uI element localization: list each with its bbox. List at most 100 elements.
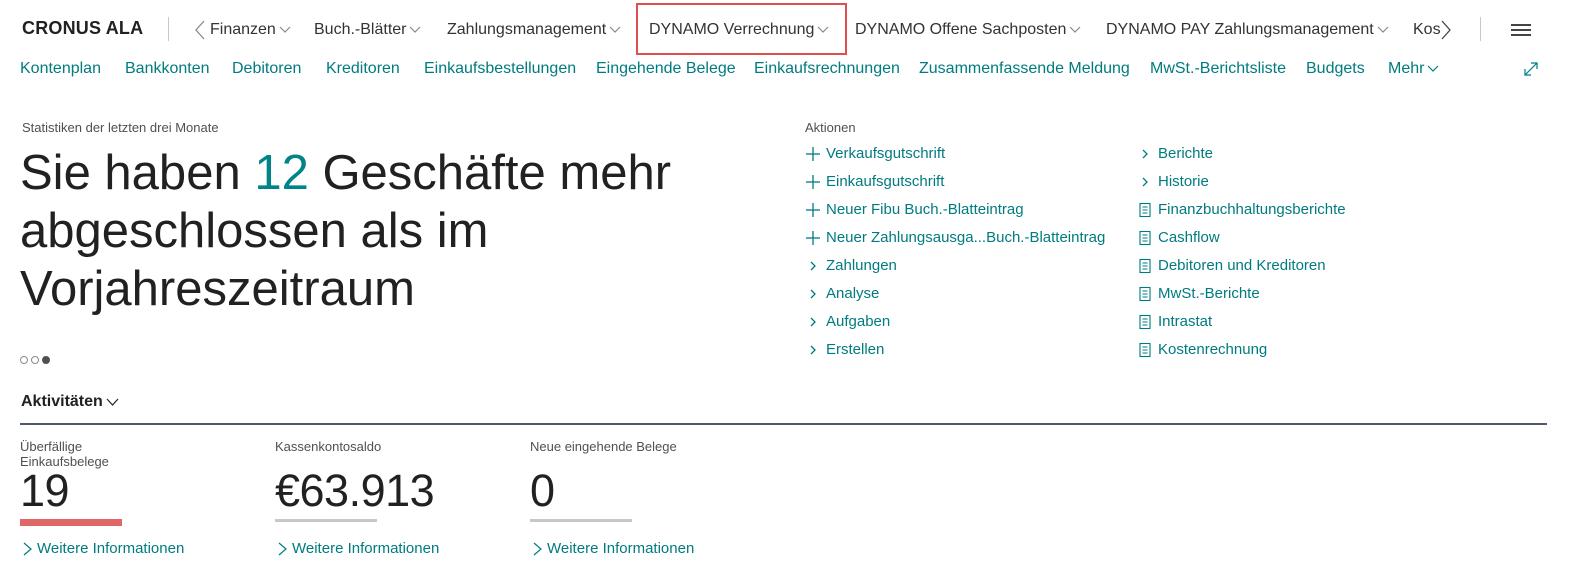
chevron-down-icon: [106, 398, 119, 406]
tile-more-info-link[interactable]: Weitere Informationen: [275, 540, 439, 557]
action-label: Cashflow: [1158, 229, 1220, 246]
action-label: Aufgaben: [826, 313, 891, 330]
divider: [1480, 17, 1481, 41]
menu-buch-blaetter[interactable]: Buch.-Blätter: [314, 21, 421, 39]
action-historie[interactable]: Historie: [1137, 173, 1209, 190]
action-label: Historie: [1158, 173, 1209, 190]
carousel-dot[interactable]: [20, 356, 28, 364]
action-label: Berichte: [1158, 145, 1214, 162]
action-label: Intrastat: [1158, 313, 1213, 330]
plus-icon: [806, 174, 820, 189]
menu-label: DYNAMO Offene Sachposten: [855, 21, 1067, 38]
chevron-down-icon: [1069, 26, 1081, 33]
tile-status-bar: [530, 519, 632, 522]
menu-label: Buch.-Blätter: [314, 21, 407, 38]
nav-einkaufsbestellungen[interactable]: Einkaufsbestellungen: [424, 60, 576, 78]
chevron-right-icon[interactable]: [1440, 20, 1452, 40]
nav-budgets[interactable]: Budgets: [1306, 60, 1365, 78]
action-label: Debitoren und Kreditoren: [1158, 257, 1326, 274]
chevron-right-icon: [810, 289, 816, 298]
menu-label: DYNAMO PAY Zahlungsmanagement: [1106, 21, 1374, 38]
action-finanzbuchhaltungsberichte[interactable]: Finanzbuchhaltungsberichte: [1137, 201, 1346, 218]
report-icon: [1139, 286, 1151, 301]
tile-value[interactable]: 0: [530, 467, 770, 515]
nav-zusammenfassende-meldung[interactable]: Zusammenfassende Meldung: [919, 60, 1130, 78]
menu-zahlungsmanagement[interactable]: Zahlungsmanagement: [447, 21, 621, 39]
action-zahlungen[interactable]: Zahlungen: [805, 257, 897, 274]
carousel-dots: [20, 356, 50, 364]
nav-debitoren[interactable]: Debitoren: [232, 60, 301, 78]
tile-more-info-link[interactable]: Weitere Informationen: [530, 540, 694, 557]
expand-icon[interactable]: [1522, 60, 1540, 78]
activities-title: Aktivitäten: [21, 393, 103, 410]
menu-dynamo-offene-sachposten[interactable]: DYNAMO Offene Sachposten: [855, 21, 1081, 39]
nav-kontenplan[interactable]: Kontenplan: [20, 60, 101, 78]
menu-dynamo-pay[interactable]: DYNAMO PAY Zahlungsmanagement: [1106, 21, 1389, 39]
company-name[interactable]: CRONUS ALA: [22, 18, 143, 39]
chevron-right-icon: [810, 317, 816, 326]
headline-insight: Sie haben 12 Geschäfte mehr abgeschlosse…: [20, 144, 760, 318]
tile-ueberfaellige-einkaufsbelege[interactable]: Überfällige Einkaufsbelege 19: [20, 439, 260, 526]
report-icon: [1139, 258, 1151, 273]
chevron-down-icon: [609, 26, 621, 33]
action-verkaufsgutschrift[interactable]: Verkaufsgutschrift: [805, 145, 945, 162]
action-label: Analyse: [826, 285, 880, 302]
menu-kos[interactable]: Kos: [1413, 21, 1441, 39]
chevron-right-icon: [1142, 177, 1148, 186]
action-debitoren-und-kreditoren[interactable]: Debitoren und Kreditoren: [1137, 257, 1326, 274]
chevron-down-icon: [279, 26, 291, 33]
chevron-down-icon: [1428, 65, 1439, 72]
chevron-left-icon[interactable]: [194, 20, 206, 40]
action-einkaufsgutschrift[interactable]: Einkaufsgutschrift: [805, 173, 944, 190]
chevron-right-icon: [810, 261, 816, 270]
action-kostenrechnung[interactable]: Kostenrechnung: [1137, 341, 1267, 358]
menu-finanzen[interactable]: Finanzen: [210, 21, 291, 39]
tile-kassenkontosaldo[interactable]: Kassenkontosaldo €63.913: [275, 439, 515, 522]
action-label: Neuer Fibu Buch.-Blatteintrag: [826, 201, 1024, 218]
chevron-right-icon: [278, 542, 287, 555]
activities-header[interactable]: Aktivitäten: [21, 393, 119, 411]
activities-divider: [20, 423, 1547, 425]
chevron-right-icon: [1142, 149, 1148, 158]
tile-neue-eingehende-belege[interactable]: Neue eingehende Belege 0: [530, 439, 770, 522]
action-mwst-berichte[interactable]: MwSt.-Berichte: [1137, 285, 1260, 302]
nav-mwst-berichtsliste[interactable]: MwSt.-Berichtsliste: [1150, 60, 1286, 78]
action-berichte[interactable]: Berichte: [1137, 145, 1213, 162]
action-neuer-fibu-buchblatteintrag[interactable]: Neuer Fibu Buch.-Blatteintrag: [805, 201, 1024, 218]
tile-value[interactable]: €63.913: [275, 467, 515, 515]
action-label: Einkaufsgutschrift: [826, 173, 945, 190]
report-icon: [1139, 342, 1151, 357]
tile-status-bar: [275, 519, 377, 522]
action-label: Verkaufsgutschrift: [826, 145, 946, 162]
nav-eingehende-belege[interactable]: Eingehende Belege: [596, 60, 736, 78]
divider: [168, 17, 169, 41]
tile-value[interactable]: 19: [20, 467, 260, 515]
nav-kreditoren[interactable]: Kreditoren: [326, 60, 400, 78]
link-label: Weitere Informationen: [292, 540, 440, 557]
action-analyse[interactable]: Analyse: [805, 285, 879, 302]
statistics-caption: Statistiken der letzten drei Monate: [22, 120, 219, 135]
highlight-box: [636, 3, 847, 55]
plus-icon: [806, 202, 820, 217]
action-aufgaben[interactable]: Aufgaben: [805, 313, 890, 330]
action-cashflow[interactable]: Cashflow: [1137, 229, 1220, 246]
carousel-dot[interactable]: [31, 356, 39, 364]
action-neuer-zahlungsausgang[interactable]: Neuer Zahlungsausga...Buch.-Blatteintrag: [805, 229, 1105, 246]
nav-einkaufsrechnungen[interactable]: Einkaufsrechnungen: [754, 60, 900, 78]
nav-bankkonten[interactable]: Bankkonten: [125, 60, 210, 78]
plus-icon: [806, 146, 820, 161]
top-bar: CRONUS ALA Finanzen Buch.-Blätter Zahlun…: [0, 0, 1577, 60]
nav-mehr-label: Mehr: [1388, 60, 1425, 77]
action-label: Erstellen: [826, 341, 885, 358]
hamburger-menu-icon[interactable]: [1511, 24, 1531, 38]
report-icon: [1139, 314, 1151, 329]
action-intrastat[interactable]: Intrastat: [1137, 313, 1212, 330]
menu-label: Finanzen: [210, 21, 276, 38]
nav-mehr[interactable]: Mehr: [1388, 60, 1439, 78]
headline-prefix: Sie haben: [20, 146, 255, 200]
menu-label: Zahlungsmanagement: [447, 21, 607, 38]
tile-more-info-link[interactable]: Weitere Informationen: [20, 540, 184, 557]
carousel-dot-active[interactable]: [42, 356, 50, 364]
action-erstellen[interactable]: Erstellen: [805, 341, 884, 358]
tile-status-bar-alert: [20, 519, 122, 526]
